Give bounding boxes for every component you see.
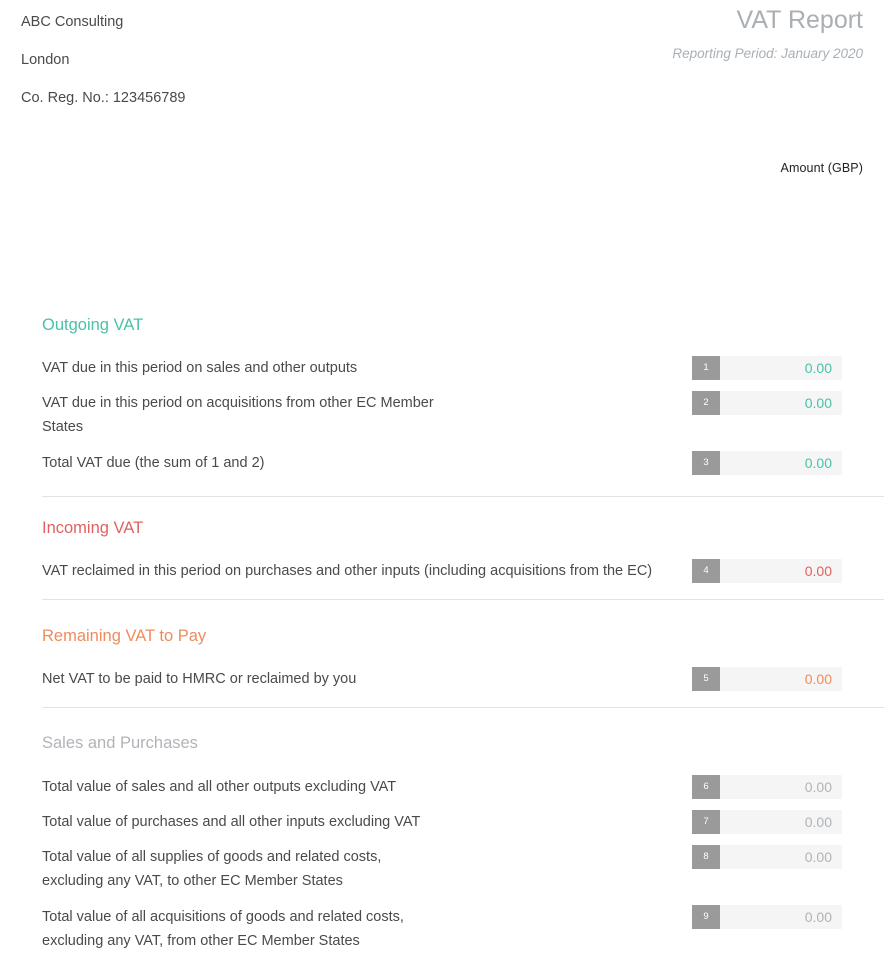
amount-field[interactable]: 4 0.00 [692, 559, 842, 583]
section-title-remaining: Remaining VAT to Pay [42, 627, 207, 645]
section-title-outgoing: Outgoing VAT [42, 316, 144, 334]
amount-field[interactable]: 6 0.00 [692, 775, 842, 799]
company-name: ABC Consulting [21, 14, 124, 30]
amount-value: 0.00 [804, 814, 832, 830]
amount-value: 0.00 [804, 395, 832, 411]
row-label: VAT due in this period on sales and othe… [42, 360, 358, 376]
section-divider [42, 496, 884, 497]
page-title: VAT Report [736, 6, 863, 34]
amount-field[interactable]: 3 0.00 [692, 451, 842, 475]
box-number-badge: 4 [692, 559, 720, 583]
amount-field[interactable]: 7 0.00 [692, 810, 842, 834]
row-label: VAT reclaimed in this period on purchase… [42, 563, 653, 579]
box-number-badge: 9 [692, 905, 720, 929]
box-number-badge: 2 [692, 391, 720, 415]
table-row: VAT due in this period on sales and othe… [42, 356, 842, 382]
row-label: Net VAT to be paid to HMRC or reclaimed … [42, 671, 357, 687]
amount-value: 0.00 [804, 455, 832, 471]
row-label: Total value of purchases and all other i… [42, 814, 421, 830]
amount-field[interactable]: 1 0.00 [692, 356, 842, 380]
company-registration-number: Co. Reg. No.: 123456789 [21, 90, 186, 106]
row-label: Total VAT due (the sum of 1 and 2) [42, 455, 265, 471]
report-title-block: VAT Report Reporting Period: January 202… [672, 0, 863, 61]
amount-value: 0.00 [804, 563, 832, 579]
amount-field[interactable]: 8 0.00 [692, 845, 842, 869]
box-number-badge: 8 [692, 845, 720, 869]
box-number-badge: 7 [692, 810, 720, 834]
section-divider [42, 599, 884, 600]
amount-field[interactable]: 5 0.00 [692, 667, 842, 691]
box-number-badge: 5 [692, 667, 720, 691]
vat-report-page: ABC Consulting London Co. Reg. No.: 1234… [0, 0, 884, 949]
box-number-badge: 6 [692, 775, 720, 799]
row-label: Total value of all acquisitions of goods… [42, 909, 404, 949]
row-label: Total value of all supplies of goods and… [42, 849, 382, 889]
section-title-incoming: Incoming VAT [42, 519, 144, 537]
table-row: Total value of purchases and all other i… [42, 810, 842, 836]
table-row: Total value of all supplies of goods and… [42, 845, 842, 893]
amount-field[interactable]: 2 0.00 [692, 391, 842, 415]
table-row: Total VAT due (the sum of 1 and 2) 3 0.00 [42, 451, 842, 477]
amount-value: 0.00 [804, 671, 832, 687]
box-number-badge: 1 [692, 356, 720, 380]
amount-column-header: Amount (GBP) [780, 161, 863, 175]
report-header: ABC Consulting London Co. Reg. No.: 1234… [21, 0, 863, 122]
table-row: VAT due in this period on acquisitions f… [42, 391, 842, 439]
section-divider [42, 707, 884, 708]
box-number-badge: 3 [692, 451, 720, 475]
row-label: Total value of sales and all other outpu… [42, 779, 397, 795]
table-row: Total value of sales and all other outpu… [42, 775, 842, 801]
table-row: VAT reclaimed in this period on purchase… [42, 559, 842, 585]
section-title-sales: Sales and Purchases [42, 734, 198, 752]
table-row: Total value of all acquisitions of goods… [42, 905, 842, 953]
amount-value: 0.00 [804, 909, 832, 925]
row-label: VAT due in this period on acquisitions f… [42, 395, 434, 435]
amount-value: 0.00 [804, 779, 832, 795]
amount-value: 0.00 [804, 360, 832, 376]
amount-field[interactable]: 9 0.00 [692, 905, 842, 929]
reporting-period: Reporting Period: January 2020 [672, 46, 863, 61]
table-row: Net VAT to be paid to HMRC or reclaimed … [42, 667, 842, 693]
amount-value: 0.00 [804, 849, 832, 865]
company-city: London [21, 52, 70, 68]
